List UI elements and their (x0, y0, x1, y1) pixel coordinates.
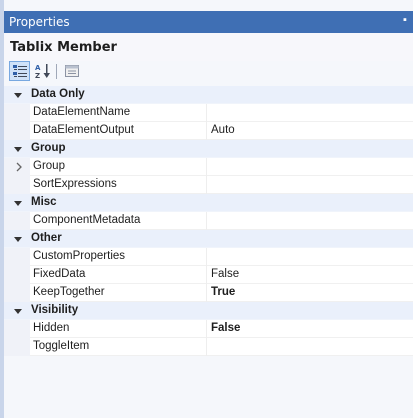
object-title: Tablix Member (10, 40, 117, 55)
property-name[interactable]: Hidden (33, 322, 69, 334)
column-divider (206, 176, 207, 194)
row-gutter (4, 104, 30, 122)
property-grid: Data Only DataElementName DataElementOutpu… (4, 86, 413, 356)
property-row[interactable]: SortExpressions (4, 176, 413, 194)
column-divider (206, 158, 207, 176)
row-gutter (4, 284, 30, 302)
category-row[interactable]: Other (4, 230, 413, 248)
category-label: Misc (31, 196, 57, 208)
chevron-down-icon[interactable] (12, 89, 24, 101)
column-divider (206, 104, 207, 122)
property-row[interactable]: FixedData False (4, 266, 413, 284)
category-label: Data Only (31, 88, 85, 100)
properties-toolbar: A Z (4, 61, 413, 83)
property-row[interactable]: DataElementOutput Auto (4, 122, 413, 140)
properties-titlebar[interactable]: Properties ▪ (4, 11, 413, 33)
categorized-view-button[interactable] (9, 61, 30, 81)
property-value[interactable]: True (211, 286, 235, 298)
svg-text:Z: Z (35, 72, 40, 79)
property-name[interactable]: ToggleItem (33, 340, 89, 352)
row-gutter (4, 122, 30, 140)
column-divider (206, 338, 207, 356)
row-gutter (4, 266, 30, 284)
property-row[interactable]: Group (4, 158, 413, 176)
column-divider (206, 212, 207, 230)
property-name[interactable]: DataElementOutput (33, 124, 134, 136)
category-row[interactable]: Visibility (4, 302, 413, 320)
alphabetical-view-button[interactable]: A Z (32, 61, 53, 81)
property-value[interactable]: False (211, 268, 239, 280)
column-divider (206, 248, 207, 266)
column-divider (206, 284, 207, 302)
property-row[interactable]: DataElementName (4, 104, 413, 122)
column-divider (206, 320, 207, 338)
category-label: Visibility (31, 304, 79, 316)
chevron-down-icon[interactable] (12, 143, 24, 155)
row-gutter (4, 248, 30, 266)
object-header: Tablix Member (4, 33, 413, 61)
sort-az-icon: A Z (35, 64, 50, 79)
category-row[interactable]: Data Only (4, 86, 413, 104)
property-value[interactable]: False (211, 322, 240, 334)
row-gutter (4, 338, 30, 356)
property-name[interactable]: DataElementName (33, 106, 130, 118)
window-title: Properties (9, 15, 70, 29)
categorized-icon (12, 65, 27, 77)
chevron-down-icon[interactable] (12, 305, 24, 317)
row-gutter (4, 320, 30, 338)
property-pages-icon (64, 65, 79, 77)
pin-icon[interactable]: ▪ (403, 14, 413, 28)
property-row[interactable]: CustomProperties (4, 248, 413, 266)
row-gutter (4, 176, 30, 194)
column-divider (206, 122, 207, 140)
property-pages-button[interactable] (61, 61, 82, 81)
property-name[interactable]: KeepTogether (33, 286, 105, 298)
category-row[interactable]: Group (4, 140, 413, 158)
category-label: Group (31, 142, 66, 154)
property-row[interactable]: ComponentMetadata (4, 212, 413, 230)
property-name[interactable]: FixedData (33, 268, 85, 280)
svg-text:A: A (35, 64, 41, 72)
property-row[interactable]: KeepTogether True (4, 284, 413, 302)
empty-description-area (4, 356, 413, 418)
property-row[interactable]: ToggleItem (4, 338, 413, 356)
property-name[interactable]: CustomProperties (33, 250, 125, 262)
property-row[interactable]: Hidden False (4, 320, 413, 338)
property-name[interactable]: ComponentMetadata (33, 214, 140, 226)
property-name[interactable]: Group (33, 160, 65, 172)
row-gutter (4, 212, 30, 230)
chevron-down-icon[interactable] (12, 233, 24, 245)
properties-panel: Properties ▪ Tablix Member A Z Data Only… (0, 0, 413, 418)
chevron-right-icon[interactable] (14, 161, 24, 173)
chevron-down-icon[interactable] (12, 197, 24, 209)
toolbar-separator (56, 64, 57, 79)
category-label: Other (31, 232, 62, 244)
property-name[interactable]: SortExpressions (33, 178, 117, 190)
column-divider (206, 266, 207, 284)
property-value[interactable]: Auto (211, 124, 235, 136)
category-row[interactable]: Misc (4, 194, 413, 212)
